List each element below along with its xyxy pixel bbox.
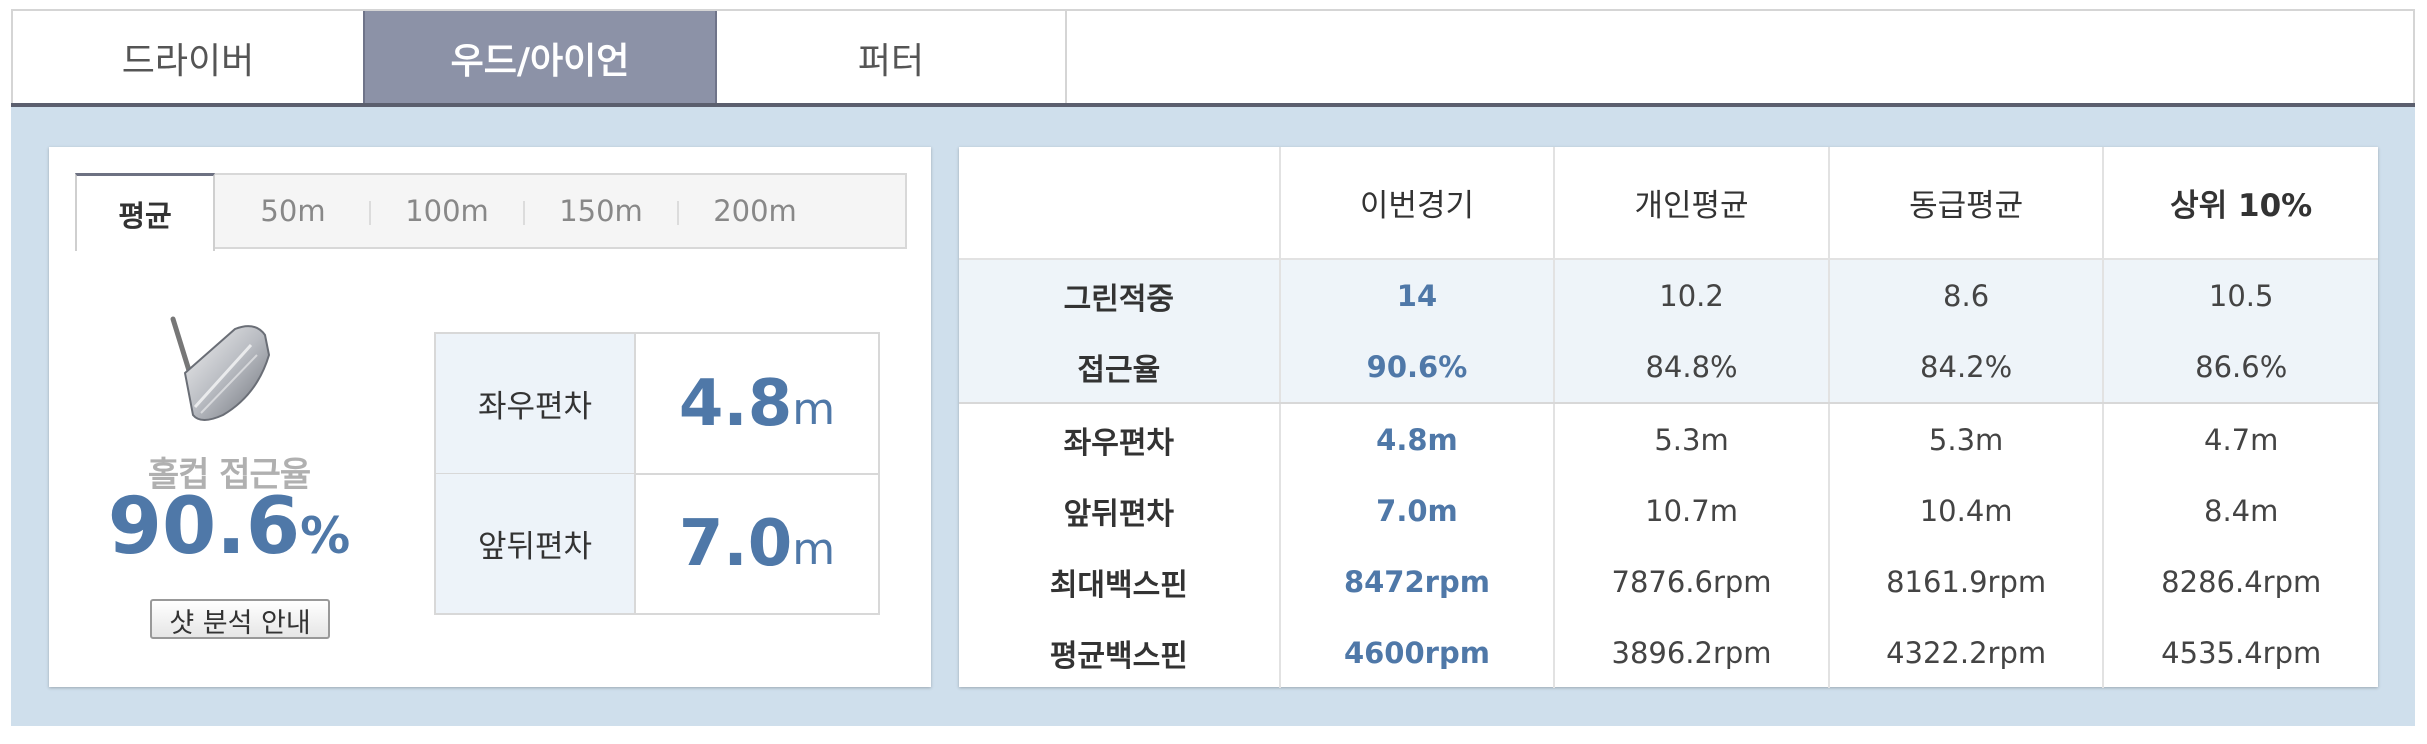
header-top10: 상위 10%: [2102, 147, 2378, 260]
cell-this-round: 4600rpm: [1278, 617, 1555, 688]
stats-panel: 이번경기 개인평균 동급평균 상위 10% 그린적중 14 10.2 8.6 1…: [959, 147, 2378, 688]
cell-this-round: 90.6%: [1278, 331, 1555, 404]
cell-personal-avg: 5.3m: [1553, 403, 1829, 475]
deviation-row-lr: 좌우편차 4.8 m: [436, 334, 878, 475]
cell-top10: 4535.4rpm: [2102, 617, 2378, 688]
cell-personal-avg: 10.2: [1553, 259, 1829, 331]
iron-club-icon: [170, 316, 271, 421]
cell-personal-avg: 84.8%: [1553, 331, 1829, 404]
stats-table: 이번경기 개인평균 동급평균 상위 10% 그린적중 14 10.2 8.6 1…: [959, 147, 2378, 688]
cell-peer-avg: 84.2%: [1827, 331, 2104, 404]
row-label: 앞뒤편차: [1063, 496, 1175, 532]
dist-tab-50m[interactable]: 50m: [217, 175, 369, 247]
cell-this-round: 7.0m: [1278, 475, 1555, 546]
dist-tab-100m[interactable]: 100m: [371, 175, 523, 247]
cell-peer-avg: 8161.9rpm: [1827, 546, 2104, 617]
deviation-label: 좌우편차: [436, 334, 636, 473]
cell-top10: 4.7m: [2102, 403, 2378, 475]
tab-wood-iron[interactable]: 우드/아이언: [363, 11, 717, 105]
cell-top10: 8.4m: [2102, 475, 2378, 546]
cell-this-round: 4.8m: [1278, 403, 1555, 475]
table-row: 앞뒤편차 7.0m 10.7m 10.4m 8.4m: [959, 475, 2378, 546]
club-tabs: 드라이버 우드/아이언 퍼터: [11, 9, 2415, 105]
header-empty: [959, 147, 1280, 260]
cell-peer-avg: 5.3m: [1827, 403, 2104, 475]
dist-tab-150m[interactable]: 150m: [525, 175, 677, 247]
deviation-row-fb: 앞뒤편차 7.0 m: [436, 474, 878, 613]
row-label: 평균백스핀: [1049, 638, 1188, 674]
deviation-value: 7.0 m: [678, 506, 836, 581]
deviation-box: 좌우편차 4.8 m 앞뒤편차 7.0 m: [434, 332, 880, 615]
cell-top10: 8286.4rpm: [2102, 546, 2378, 617]
shot-analysis-guide-button[interactable]: 샷 분석 안내: [150, 599, 330, 639]
distance-tabs: 평균 50m 100m 150m 200m: [75, 173, 907, 251]
table-row: 최대백스핀 8472rpm 7876.6rpm 8161.9rpm 8286.4…: [959, 546, 2378, 617]
cell-this-round: 14: [1278, 259, 1555, 331]
tab-driver[interactable]: 드라이버: [13, 11, 365, 105]
summary-panel: 평균 50m 100m 150m 200m 홀컵 접근율 90.6% 샷 분석 …: [49, 147, 931, 687]
cell-personal-avg: 3896.2rpm: [1553, 617, 1829, 688]
row-label: 최대백스핀: [1049, 567, 1188, 603]
tab-putter[interactable]: 퍼터: [717, 11, 1067, 105]
holecup-rate-value: 90.6%: [107, 482, 351, 572]
header-this-round: 이번경기: [1278, 147, 1555, 260]
table-row: 그린적중 14 10.2 8.6 10.5: [959, 259, 2378, 331]
header-peer-avg: 동급평균: [1827, 147, 2104, 260]
cell-top10: 10.5: [2102, 259, 2378, 331]
cell-top10: 86.6%: [2102, 331, 2378, 404]
content-area: 평균 50m 100m 150m 200m 홀컵 접근율 90.6% 샷 분석 …: [11, 107, 2415, 726]
row-label: 좌우편차: [1063, 425, 1175, 461]
cell-this-round: 8472rpm: [1278, 546, 1555, 617]
row-label: 접근율: [959, 331, 1280, 404]
cell-personal-avg: 7876.6rpm: [1553, 546, 1829, 617]
row-label: 그린적중: [959, 259, 1280, 331]
cell-personal-avg: 10.7m: [1553, 475, 1829, 546]
table-row: 좌우편차 4.8m 5.3m 5.3m 4.7m: [959, 403, 2378, 475]
deviation-label: 앞뒤편차: [436, 474, 636, 613]
table-row: 평균백스핀 4600rpm 3896.2rpm 4322.2rpm 4535.4…: [959, 617, 2378, 688]
table-row: 접근율 90.6% 84.8% 84.2% 86.6%: [959, 331, 2378, 404]
table-header-row: 이번경기 개인평균 동급평균 상위 10%: [959, 147, 2378, 260]
cell-peer-avg: 4322.2rpm: [1827, 617, 2104, 688]
header-personal-avg: 개인평균: [1553, 147, 1829, 260]
deviation-value: 4.8 m: [678, 366, 836, 441]
dist-tab-average[interactable]: 평균: [75, 173, 215, 251]
cell-peer-avg: 8.6: [1827, 259, 2104, 331]
dist-tab-200m[interactable]: 200m: [679, 175, 831, 247]
cell-peer-avg: 10.4m: [1827, 475, 2104, 546]
